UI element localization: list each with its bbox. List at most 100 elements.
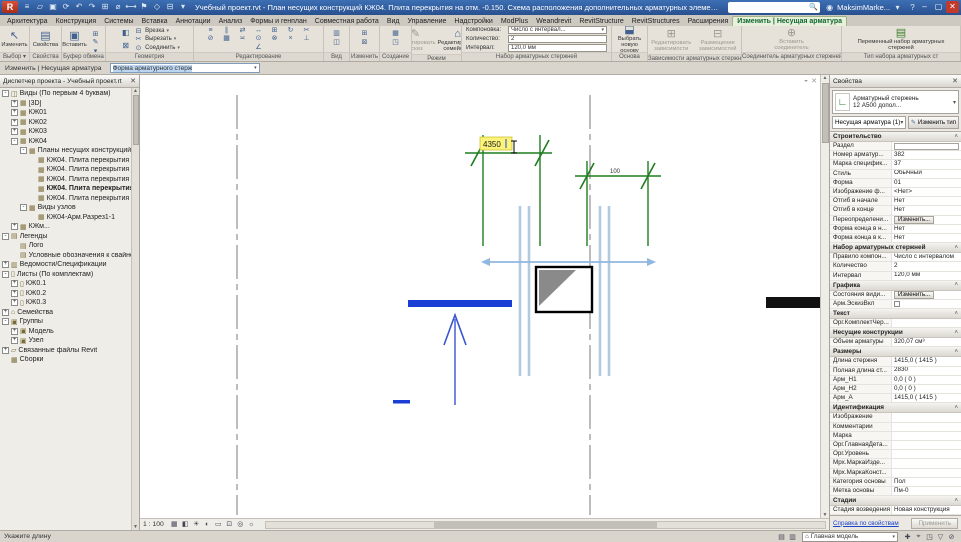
property-section-header[interactable]: Строительство ˄ — [830, 132, 961, 143]
scale-icon[interactable]: ≍ — [235, 35, 251, 44]
section-icon[interactable]: ⊟ — [164, 1, 176, 13]
tree-item[interactable]: ▦КЖ04. Плита перекрытия на отм... — [0, 175, 131, 185]
collapse-chevron-icon[interactable]: ˄ — [954, 330, 958, 336]
canvas-hscrollbar[interactable] — [264, 520, 826, 529]
cope-item[interactable]: ⊟ Врезка ▾ — [134, 27, 180, 36]
ribbon-tab[interactable]: Анализ — [215, 17, 247, 26]
mirror-icon[interactable]: ⇄ — [235, 27, 251, 36]
tree-item[interactable]: - ▣ Группы — [0, 317, 131, 327]
scroll-thumb[interactable] — [821, 83, 829, 144]
modify-button[interactable]: ↖ Изменить — [1, 27, 27, 50]
detail-level-icon[interactable]: ▦ — [169, 520, 180, 530]
select-pinned-icon[interactable]: ⌖ — [913, 533, 924, 541]
thin-lines-icon[interactable]: ▥ — [329, 30, 345, 39]
create-group-icon[interactable]: ▦ — [388, 30, 404, 39]
revit-logo[interactable]: R — [2, 1, 18, 14]
property-value[interactable]: 37 — [892, 160, 961, 169]
visual-style-icon[interactable]: ◧ — [180, 520, 191, 530]
collapse-chevron-icon[interactable]: ˄ — [954, 405, 958, 411]
cut-geometry-item[interactable]: ✂ Вырезать ▾ — [134, 35, 180, 44]
property-value[interactable]: 1415,0 ( 1415 ) — [892, 357, 961, 366]
tree-item[interactable]: - ▯ Листы (По комплектам) — [0, 270, 131, 280]
help-icon[interactable]: ? — [907, 3, 918, 12]
edit-sketch-button[interactable]: ✎Редактировать эскиз — [412, 27, 436, 52]
expand-icon[interactable]: + — [11, 337, 18, 345]
property-value[interactable] — [892, 299, 961, 309]
tree-item[interactable]: + ▦ КЖ03 — [0, 127, 131, 137]
tree-item[interactable]: - ▦ КЖ04 — [0, 137, 131, 147]
property-value[interactable]: <Нет> — [892, 188, 961, 197]
quantity-field[interactable]: 2 — [508, 35, 607, 44]
edit-profile-icon[interactable]: ⊠ — [357, 39, 373, 48]
scroll-thumb[interactable] — [132, 95, 139, 146]
checkbox[interactable] — [894, 300, 900, 307]
property-value[interactable]: 01 — [892, 178, 961, 188]
select-by-face-icon[interactable]: ◳ — [924, 533, 935, 541]
property-value[interactable]: Изменить... — [892, 215, 961, 224]
property-value[interactable] — [892, 319, 961, 328]
properties-button[interactable]: ▤ Свойства — [32, 27, 59, 50]
expand-icon[interactable]: + — [11, 299, 18, 307]
panel-label-mode[interactable]: Режим — [412, 53, 461, 62]
match-type-icon[interactable]: ✎ — [88, 39, 104, 48]
collapse-chevron-icon[interactable]: ˄ — [954, 498, 958, 504]
constraint-placement-button[interactable]: ⊟ Размещение зависимостей — [696, 27, 741, 52]
property-value[interactable]: Число с интервалом — [892, 253, 961, 262]
view-scale[interactable]: 1 : 100 — [143, 521, 164, 528]
join-item[interactable]: ⊙ Соединить ▾ — [134, 44, 180, 53]
paint-icon[interactable]: ◧ — [119, 27, 132, 39]
panel-label-geometry[interactable]: Геометрия — [106, 52, 193, 62]
navigation-wheel-icon[interactable]: ◒ — [804, 77, 808, 85]
ribbon-tab[interactable]: RevitStructure — [575, 17, 627, 26]
app-menu-icon[interactable]: ≡ — [21, 1, 33, 13]
search-icon[interactable]: 🔍 — [809, 3, 818, 11]
chevron-down-icon[interactable]: ▾ — [953, 99, 956, 106]
tree-item[interactable]: ▦КЖ04. Плита перекрытия на отм... — [0, 165, 131, 175]
3d-view-icon[interactable]: ◇ — [151, 1, 163, 13]
tree-item[interactable]: + ▥ Ведомости/Спецификации — [0, 260, 131, 270]
insert-coupler-button[interactable]: ⊕ Вставить соединитель — [764, 27, 820, 51]
tag-icon[interactable]: ⚑ — [138, 1, 150, 13]
paste-button[interactable]: ▣ Вставить — [62, 27, 87, 51]
select-link-icon[interactable]: ✚ — [902, 533, 913, 541]
edit-value-button[interactable]: Изменить... — [894, 215, 935, 224]
ribbon-tab[interactable]: Изменить | Несущая арматура — [732, 16, 847, 27]
panel-label-constraints[interactable]: Зависимости арматурных стержней — [648, 53, 741, 62]
collapse-chevron-icon[interactable]: ˄ — [954, 282, 958, 288]
property-value[interactable] — [892, 450, 961, 459]
scroll-up-icon[interactable]: ▲ — [133, 88, 138, 94]
tree-item[interactable]: + ▦ КЖ02 — [0, 118, 131, 128]
property-value[interactable]: 2 — [892, 262, 961, 271]
tree-item[interactable]: ▤Условные обозначения к свайному пол... — [0, 251, 131, 261]
collapse-chevron-icon[interactable]: ˄ — [954, 311, 958, 317]
ribbon-tab[interactable]: Вид — [383, 17, 404, 26]
pick-new-host-button[interactable]: ⬓Выбрать новую основу — [614, 26, 645, 54]
close-icon[interactable]: ✕ — [130, 77, 136, 85]
minimize-button[interactable]: – — [918, 1, 931, 13]
property-value[interactable] — [892, 431, 961, 440]
sync-icon[interactable]: ⟳ — [60, 1, 72, 13]
ribbon-tab[interactable]: Weandrevit — [532, 17, 575, 26]
collapse-icon[interactable]: - — [20, 204, 27, 212]
copy-icon[interactable]: ⊞ — [88, 31, 104, 40]
move-icon[interactable]: ↔ — [251, 27, 267, 36]
edit-type-button[interactable]: ✎ Изменить тип — [907, 116, 959, 130]
ribbon-tab[interactable]: Совместная работа — [311, 17, 383, 26]
property-value[interactable] — [892, 440, 961, 450]
panel-label-create[interactable]: Создание — [380, 51, 411, 62]
property-value[interactable]: Пм-0 — [892, 486, 961, 496]
tree-item[interactable]: + ▣ Узел — [0, 336, 131, 346]
worksets-icon[interactable]: ▤ — [776, 533, 787, 541]
maximize-button[interactable]: ▢ — [932, 1, 945, 13]
collapse-icon[interactable]: - — [2, 318, 9, 326]
expand-icon[interactable]: + — [11, 109, 18, 117]
tree-item[interactable]: + ⌂ Семейства — [0, 308, 131, 318]
offset-icon[interactable]: ∥ — [219, 27, 235, 36]
panel-label-select[interactable]: Выбор ▾ — [0, 51, 29, 62]
expand-icon[interactable]: + — [2, 261, 9, 269]
expand-icon[interactable]: + — [2, 308, 9, 316]
panel-label-clipboard[interactable]: Буфер обмена — [62, 52, 105, 62]
pin-icon[interactable]: ⊙ — [251, 35, 267, 44]
edit-constraints-button[interactable]: ⊞ Редактировать зависимости — [649, 27, 694, 52]
rebar-shape-combo[interactable]: Форма арматурного стерж ▾ — [109, 63, 260, 74]
